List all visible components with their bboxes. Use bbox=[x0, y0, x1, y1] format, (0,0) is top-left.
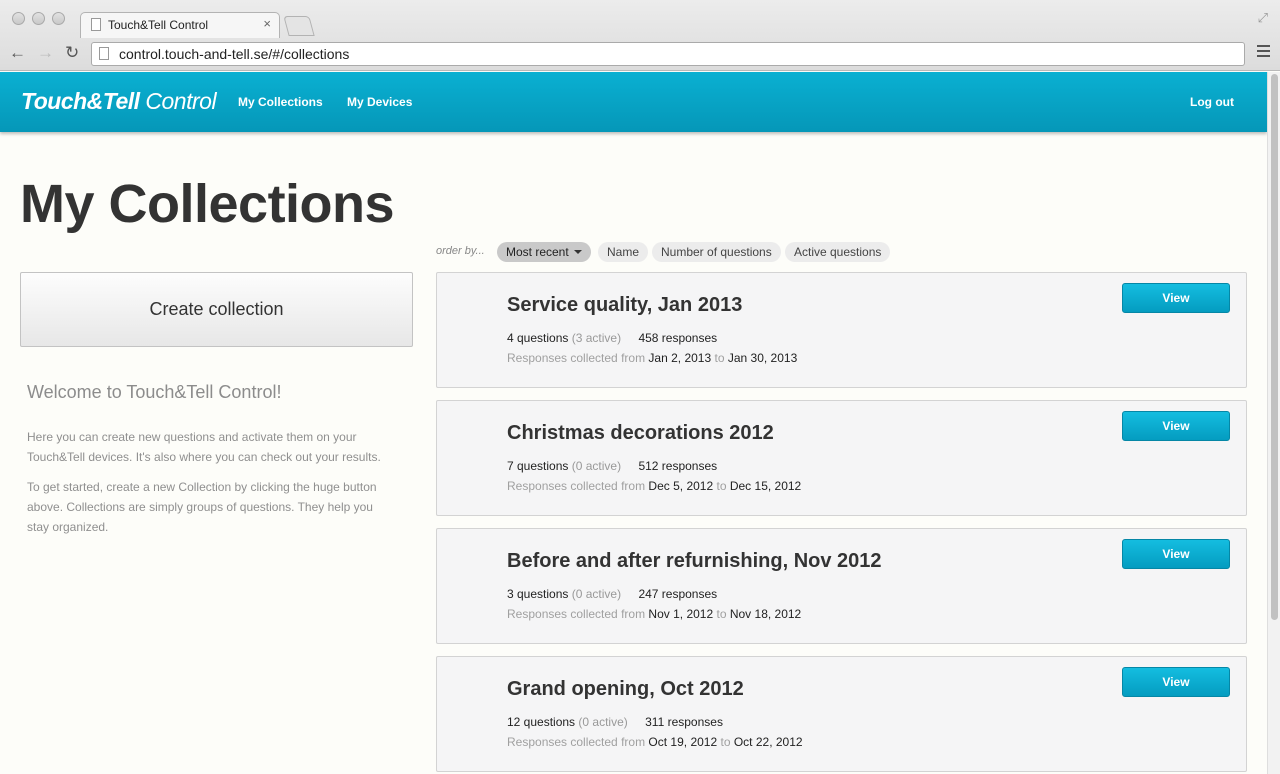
collection-stats: 3 questions (0 active) 247 responses bbox=[507, 587, 717, 601]
range-to: Dec 15, 2012 bbox=[729, 479, 802, 493]
order-name[interactable]: Name bbox=[598, 242, 649, 262]
active-count: (3 active) bbox=[571, 331, 622, 345]
order-active-questions[interactable]: Active questions bbox=[785, 242, 891, 262]
window-minimize-button[interactable] bbox=[32, 12, 45, 25]
logout-link[interactable]: Log out bbox=[1190, 95, 1234, 109]
collection-stats: 4 questions (3 active) 458 responses bbox=[507, 331, 717, 345]
collection-date-range: Responses collected from Oct 19, 2012 to… bbox=[507, 735, 803, 749]
nav-my-collections[interactable]: My Collections bbox=[238, 95, 323, 109]
page-title: My Collections bbox=[20, 174, 395, 234]
nav-my-devices[interactable]: My Devices bbox=[347, 95, 412, 109]
collection-title: Service quality, Jan 2013 bbox=[507, 294, 743, 316]
page-scrollbar[interactable] bbox=[1267, 72, 1280, 774]
range-from: Jan 2, 2013 bbox=[648, 351, 712, 365]
browser-tab[interactable]: Touch&Tell Control × bbox=[80, 12, 280, 38]
response-count: 458 responses bbox=[638, 331, 718, 345]
response-count: 247 responses bbox=[638, 587, 718, 601]
view-button[interactable]: View bbox=[1122, 667, 1230, 697]
app-header: Touch&Tell Control My Collections My Dev… bbox=[0, 72, 1267, 132]
tab-title: Touch&Tell Control bbox=[108, 18, 209, 32]
range-label: Responses collected from bbox=[507, 479, 646, 493]
browser-menu-icon[interactable] bbox=[1257, 45, 1270, 60]
brand-logo[interactable]: Touch&Tell Control bbox=[21, 88, 217, 115]
response-count: 512 responses bbox=[638, 459, 718, 473]
active-count: (0 active) bbox=[571, 459, 622, 473]
question-count: 4 questions bbox=[507, 331, 569, 345]
scrollbar-thumb[interactable] bbox=[1271, 74, 1278, 620]
brand-name: Touch&Tell bbox=[21, 88, 140, 114]
collection-date-range: Responses collected from Jan 2, 2013 to … bbox=[507, 351, 797, 365]
order-by-label: order by... bbox=[436, 245, 485, 257]
range-to: Oct 22, 2012 bbox=[733, 735, 803, 749]
range-to-label: to bbox=[716, 607, 727, 621]
welcome-text: To get started, create a new Collection … bbox=[27, 480, 377, 534]
range-label: Responses collected from bbox=[507, 351, 646, 365]
reload-icon[interactable]: ↻ bbox=[65, 43, 79, 63]
address-bar[interactable]: control.touch-and-tell.se/#/collections bbox=[91, 42, 1245, 66]
brand-suffix: Control bbox=[139, 88, 217, 114]
collection-card: Service quality, Jan 2013 4 questions (3… bbox=[436, 272, 1247, 388]
forward-icon[interactable]: → bbox=[37, 43, 54, 63]
collection-title: Grand opening, Oct 2012 bbox=[507, 678, 744, 700]
range-to-label: to bbox=[716, 479, 727, 493]
range-from: Nov 1, 2012 bbox=[648, 607, 714, 621]
page-icon bbox=[99, 47, 109, 60]
window-zoom-button[interactable] bbox=[52, 12, 65, 25]
order-option-label: Most recent bbox=[506, 245, 569, 259]
range-to-label: to bbox=[720, 735, 731, 749]
question-count: 12 questions bbox=[507, 715, 576, 729]
view-button[interactable]: View bbox=[1122, 283, 1230, 313]
view-button[interactable]: View bbox=[1122, 539, 1230, 569]
active-count: (0 active) bbox=[571, 587, 622, 601]
back-icon[interactable]: ← bbox=[9, 43, 26, 63]
range-to: Jan 30, 2013 bbox=[727, 351, 798, 365]
browser-chrome: Touch&Tell Control × ⤢ ← → ↻ control.tou… bbox=[0, 0, 1280, 71]
collection-stats: 7 questions (0 active) 512 responses bbox=[507, 459, 717, 473]
caret-down-icon bbox=[573, 250, 582, 254]
page-icon bbox=[91, 18, 101, 31]
question-count: 3 questions bbox=[507, 587, 569, 601]
range-to-label: to bbox=[714, 351, 725, 365]
order-most-recent[interactable]: Most recent bbox=[497, 242, 591, 262]
collection-stats: 12 questions (0 active) 311 responses bbox=[507, 715, 723, 729]
range-to: Nov 18, 2012 bbox=[729, 607, 802, 621]
fullscreen-icon[interactable]: ⤢ bbox=[1258, 10, 1268, 26]
welcome-text: Here you can create new questions and ac… bbox=[27, 430, 381, 464]
url-text[interactable]: control.touch-and-tell.se/#/collections bbox=[119, 46, 349, 62]
active-count: (0 active) bbox=[578, 715, 628, 729]
collection-card: Grand opening, Oct 2012 12 questions (0 … bbox=[436, 656, 1247, 772]
collection-title: Christmas decorations 2012 bbox=[507, 422, 774, 444]
collection-card: Christmas decorations 2012 7 questions (… bbox=[436, 400, 1247, 516]
order-number-of-questions[interactable]: Number of questions bbox=[652, 242, 781, 262]
welcome-title: Welcome to Touch&Tell Control! bbox=[27, 382, 282, 402]
view-button[interactable]: View bbox=[1122, 411, 1230, 441]
create-collection-button[interactable]: Create collection bbox=[20, 272, 413, 347]
collection-date-range: Responses collected from Nov 1, 2012 to … bbox=[507, 607, 801, 621]
collection-card: Before and after refurnishing, Nov 2012 … bbox=[436, 528, 1247, 644]
collection-title: Before and after refurnishing, Nov 2012 bbox=[507, 550, 882, 572]
range-label: Responses collected from bbox=[507, 735, 646, 749]
question-count: 7 questions bbox=[507, 459, 569, 473]
range-from: Oct 19, 2012 bbox=[648, 735, 718, 749]
window-close-button[interactable] bbox=[12, 12, 25, 25]
response-count: 311 responses bbox=[645, 715, 723, 729]
collection-date-range: Responses collected from Dec 5, 2012 to … bbox=[507, 479, 801, 493]
tab-close-icon[interactable]: × bbox=[263, 16, 271, 31]
range-from: Dec 5, 2012 bbox=[648, 479, 714, 493]
new-tab-button[interactable] bbox=[283, 16, 315, 36]
range-label: Responses collected from bbox=[507, 607, 646, 621]
